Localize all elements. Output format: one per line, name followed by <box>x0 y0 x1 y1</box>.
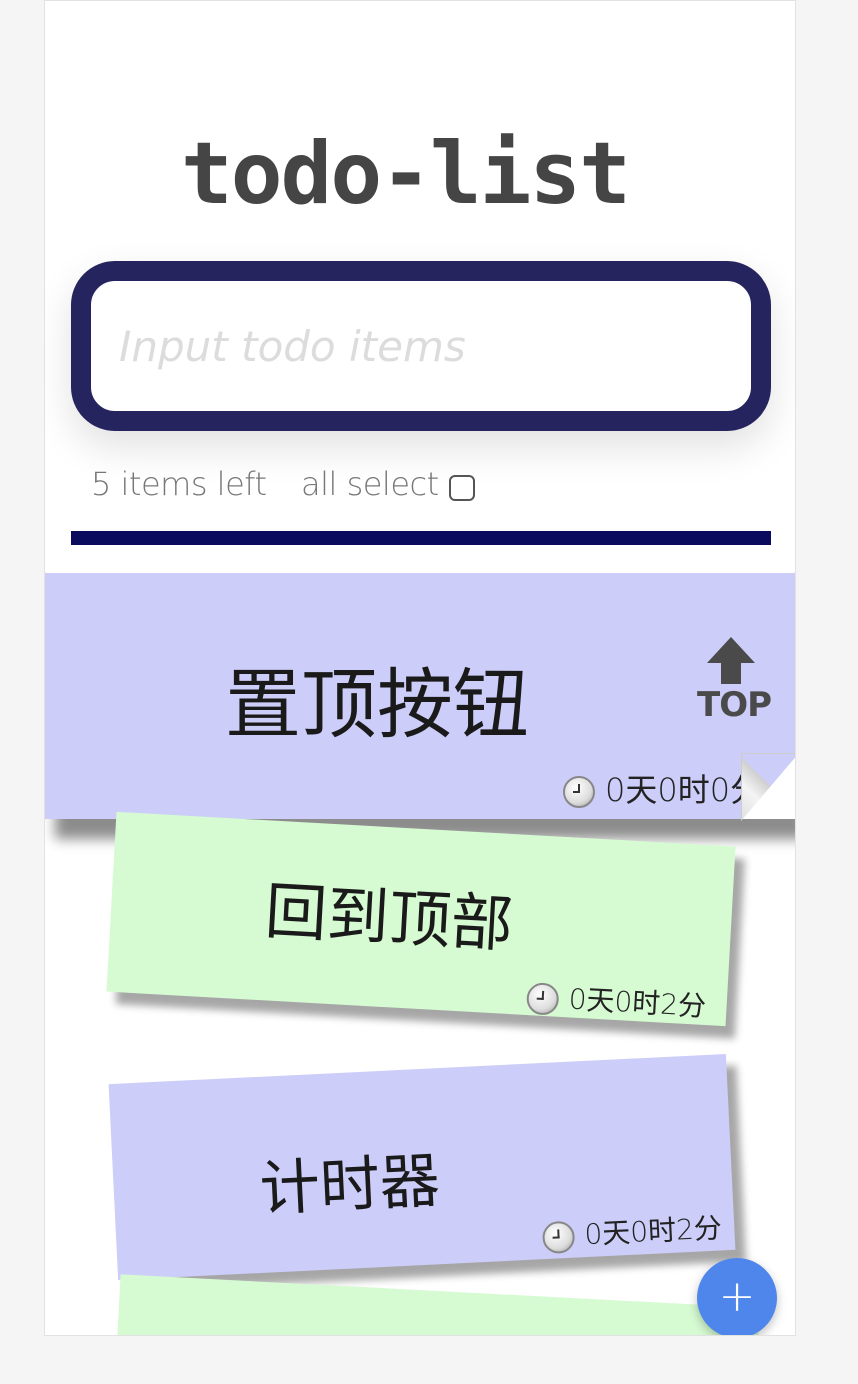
top-label: TOP <box>697 685 772 725</box>
app-title: todo-list <box>181 124 631 224</box>
clock-icon <box>525 982 560 1016</box>
todo-item-time: 0天0时2分 <box>567 982 707 1024</box>
todo-item-text: 计时器 <box>258 1146 442 1225</box>
select-all-checkbox[interactable] <box>449 475 475 501</box>
todo-app: todo-list 5 items left all select 置顶按钮 T… <box>44 0 796 1336</box>
todo-item-time: 0天0时2分 <box>583 1211 723 1252</box>
add-todo-button[interactable]: + <box>697 1258 777 1335</box>
todo-input-wrapper <box>71 261 771 431</box>
todo-input[interactable] <box>91 281 751 411</box>
clock-icon <box>563 776 595 808</box>
todo-item-text: 回到顶部 <box>263 874 515 962</box>
clock-icon <box>541 1220 576 1255</box>
divider <box>71 531 771 545</box>
todo-item-timer: 0天0时2分 <box>525 975 707 1025</box>
todo-item-text: 置顶按钮 <box>225 660 529 749</box>
pin-top-button[interactable]: TOP <box>695 633 772 725</box>
plus-icon: + <box>718 1271 756 1322</box>
select-all-label: all select <box>301 465 439 503</box>
todo-item-timer: 0天0时0分 <box>563 765 762 811</box>
arrow-stem <box>721 662 741 684</box>
items-left-count: 5 items left <box>91 465 267 503</box>
todo-item-time: 0天0时0分 <box>605 771 763 809</box>
todo-item-timer: 0天0时2分 <box>541 1206 723 1255</box>
todo-item[interactable]: 回到顶部 0天0时2分 <box>106 811 736 1027</box>
todo-item[interactable]: 计时器 0天0时2分 <box>108 1054 736 1280</box>
todo-item[interactable]: 置顶按钮 TOP 0天0时0分 <box>45 573 795 821</box>
todo-item[interactable] <box>114 1274 760 1335</box>
status-row: 5 items left all select <box>91 461 691 511</box>
arrow-up-top-icon <box>707 637 755 663</box>
